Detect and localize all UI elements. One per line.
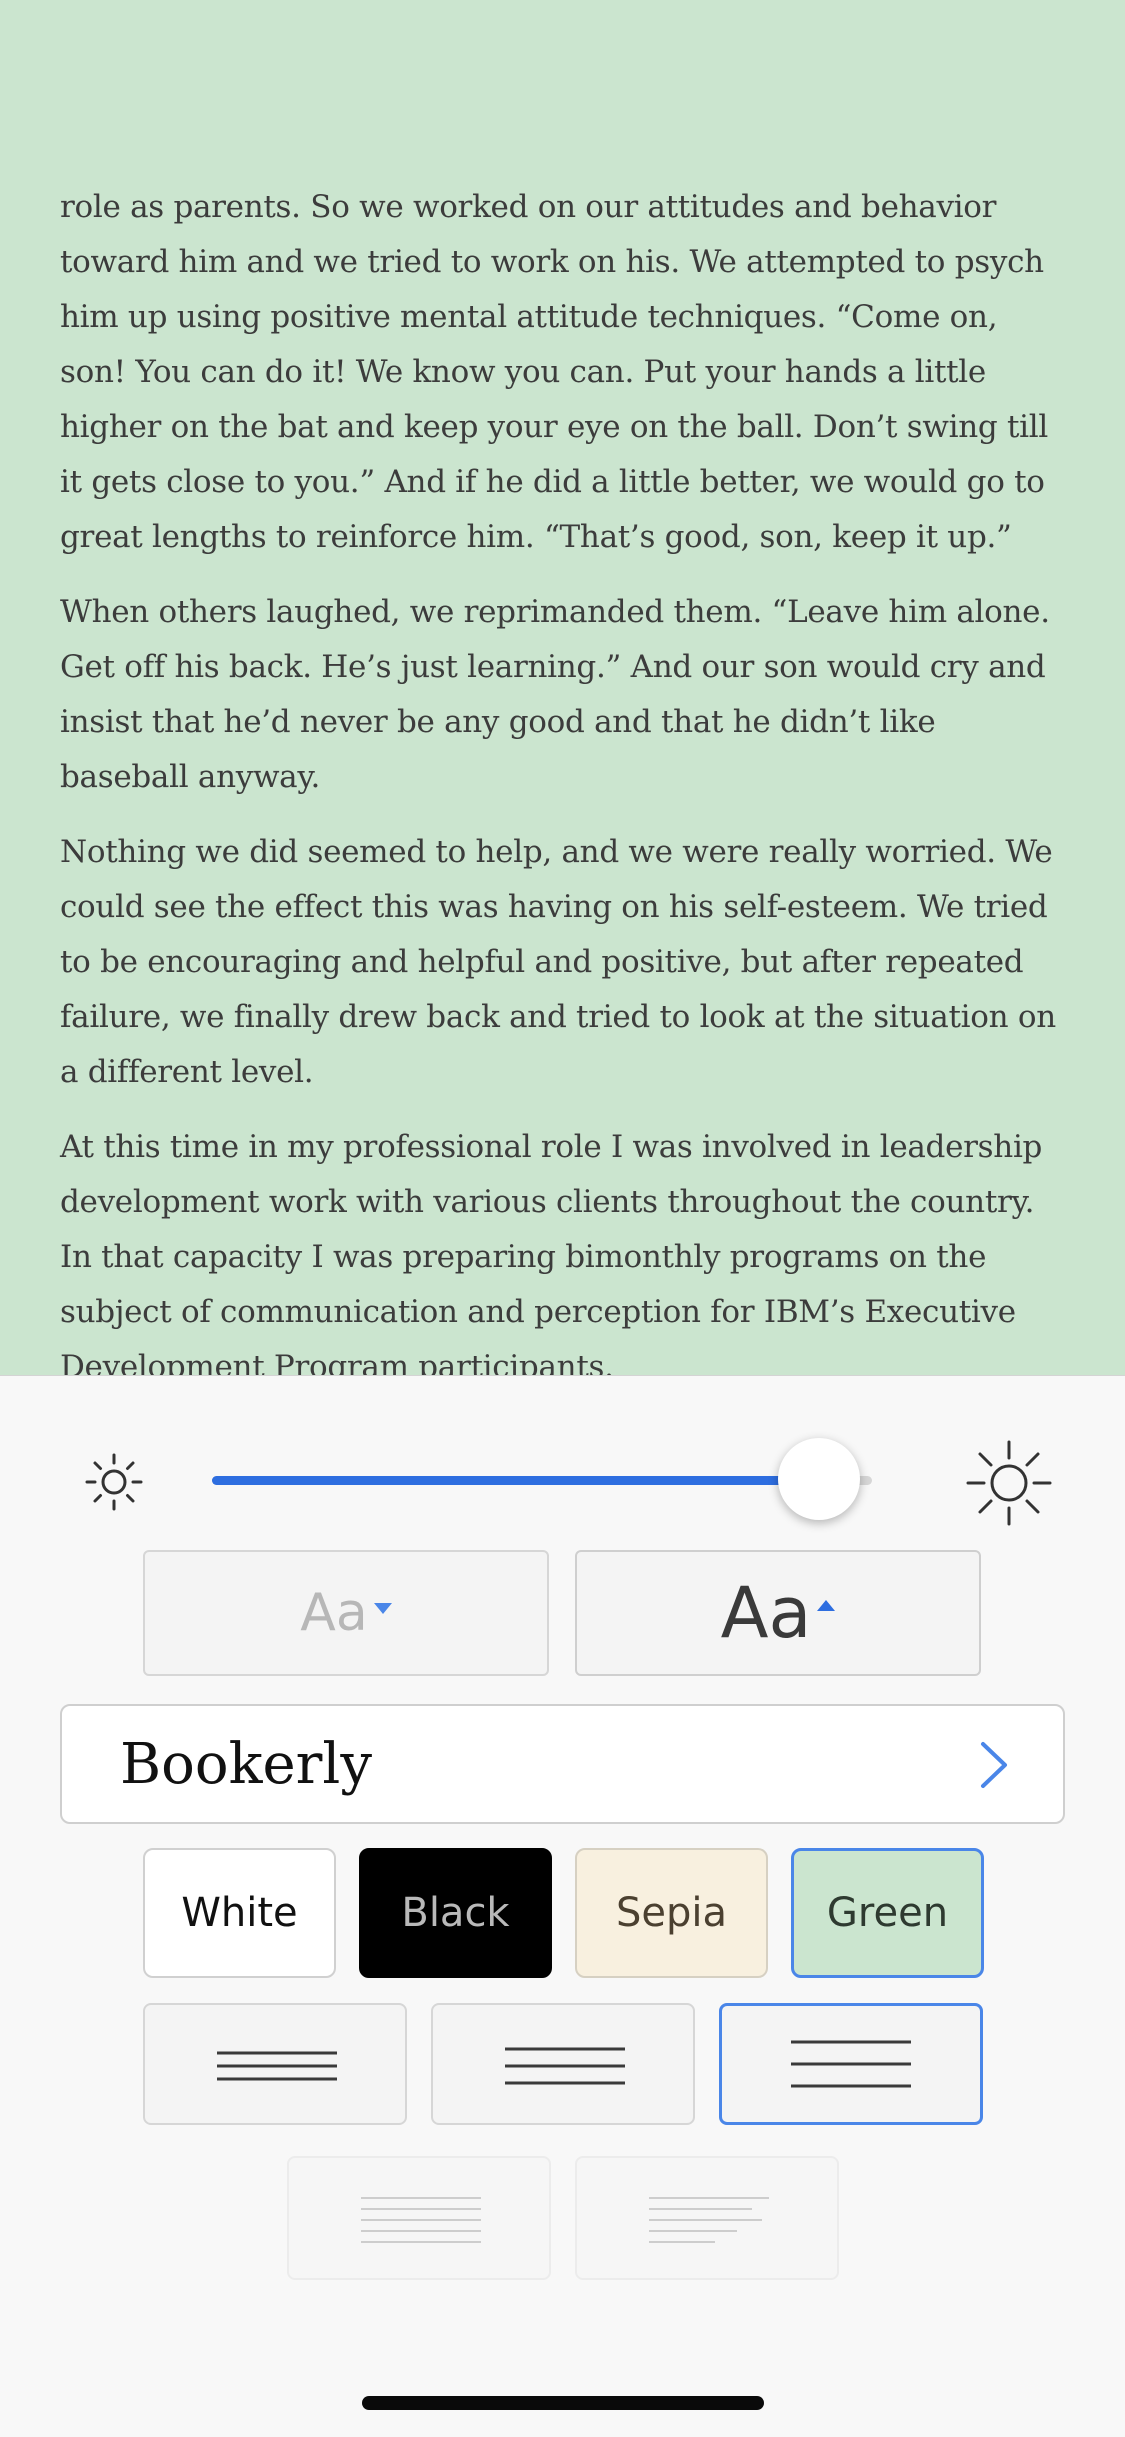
theme-sepia-label: Sepia xyxy=(615,1890,727,1936)
font-size-smaller-label: Aa xyxy=(300,1583,368,1643)
font-family-selector[interactable]: Bookerly xyxy=(60,1704,1065,1824)
compact-spacing-icon xyxy=(217,2051,337,2081)
theme-black-button[interactable]: Black xyxy=(359,1848,552,1978)
theme-green-button[interactable]: Green xyxy=(791,1848,984,1978)
line-spacing-wide-button[interactable] xyxy=(719,2003,983,2125)
brightness-slider-thumb[interactable] xyxy=(778,1438,860,1520)
align-left-button[interactable] xyxy=(575,2156,839,2280)
book-paragraph: At this time in my professional role I w… xyxy=(60,1129,1043,1375)
theme-white-label: White xyxy=(181,1890,298,1936)
book-paragraph: role as parents. So we worked on our att… xyxy=(60,189,1048,555)
selected-font-name: Bookerly xyxy=(120,1732,372,1797)
theme-green-label: Green xyxy=(826,1890,949,1936)
justify-icon xyxy=(361,2197,481,2243)
brightness-slider-fill xyxy=(212,1476,819,1485)
line-spacing-compact-button[interactable] xyxy=(143,2003,407,2125)
sun-large-icon xyxy=(966,1440,1052,1526)
align-left-icon xyxy=(649,2197,769,2243)
theme-black-label: Black xyxy=(401,1890,510,1936)
caret-up-icon xyxy=(817,1599,836,1611)
line-spacing-medium-button[interactable] xyxy=(431,2003,695,2125)
caret-down-icon xyxy=(373,1602,392,1614)
theme-white-button[interactable]: White xyxy=(143,1848,336,1978)
brightness-slider[interactable] xyxy=(212,1476,872,1485)
theme-sepia-button[interactable]: Sepia xyxy=(575,1848,768,1978)
home-indicator[interactable] xyxy=(362,2396,764,2410)
reading-pane[interactable]: role as parents. So we worked on our att… xyxy=(0,0,1125,1375)
chevron-right-icon xyxy=(981,1742,1007,1788)
book-paragraph: When others laughed, we reprimanded them… xyxy=(60,594,1050,795)
align-justified-button[interactable] xyxy=(287,2156,551,2280)
decrease-font-size-button[interactable]: Aa xyxy=(143,1550,549,1676)
increase-font-size-button[interactable]: Aa xyxy=(575,1550,981,1676)
wide-spacing-icon xyxy=(791,2040,911,2088)
book-text: role as parents. So we worked on our att… xyxy=(60,180,1070,1375)
font-size-larger-label: Aa xyxy=(720,1572,812,1654)
book-paragraph: Nothing we did seemed to help, and we we… xyxy=(60,834,1056,1090)
sun-small-icon xyxy=(84,1452,144,1512)
medium-spacing-icon xyxy=(505,2047,625,2085)
